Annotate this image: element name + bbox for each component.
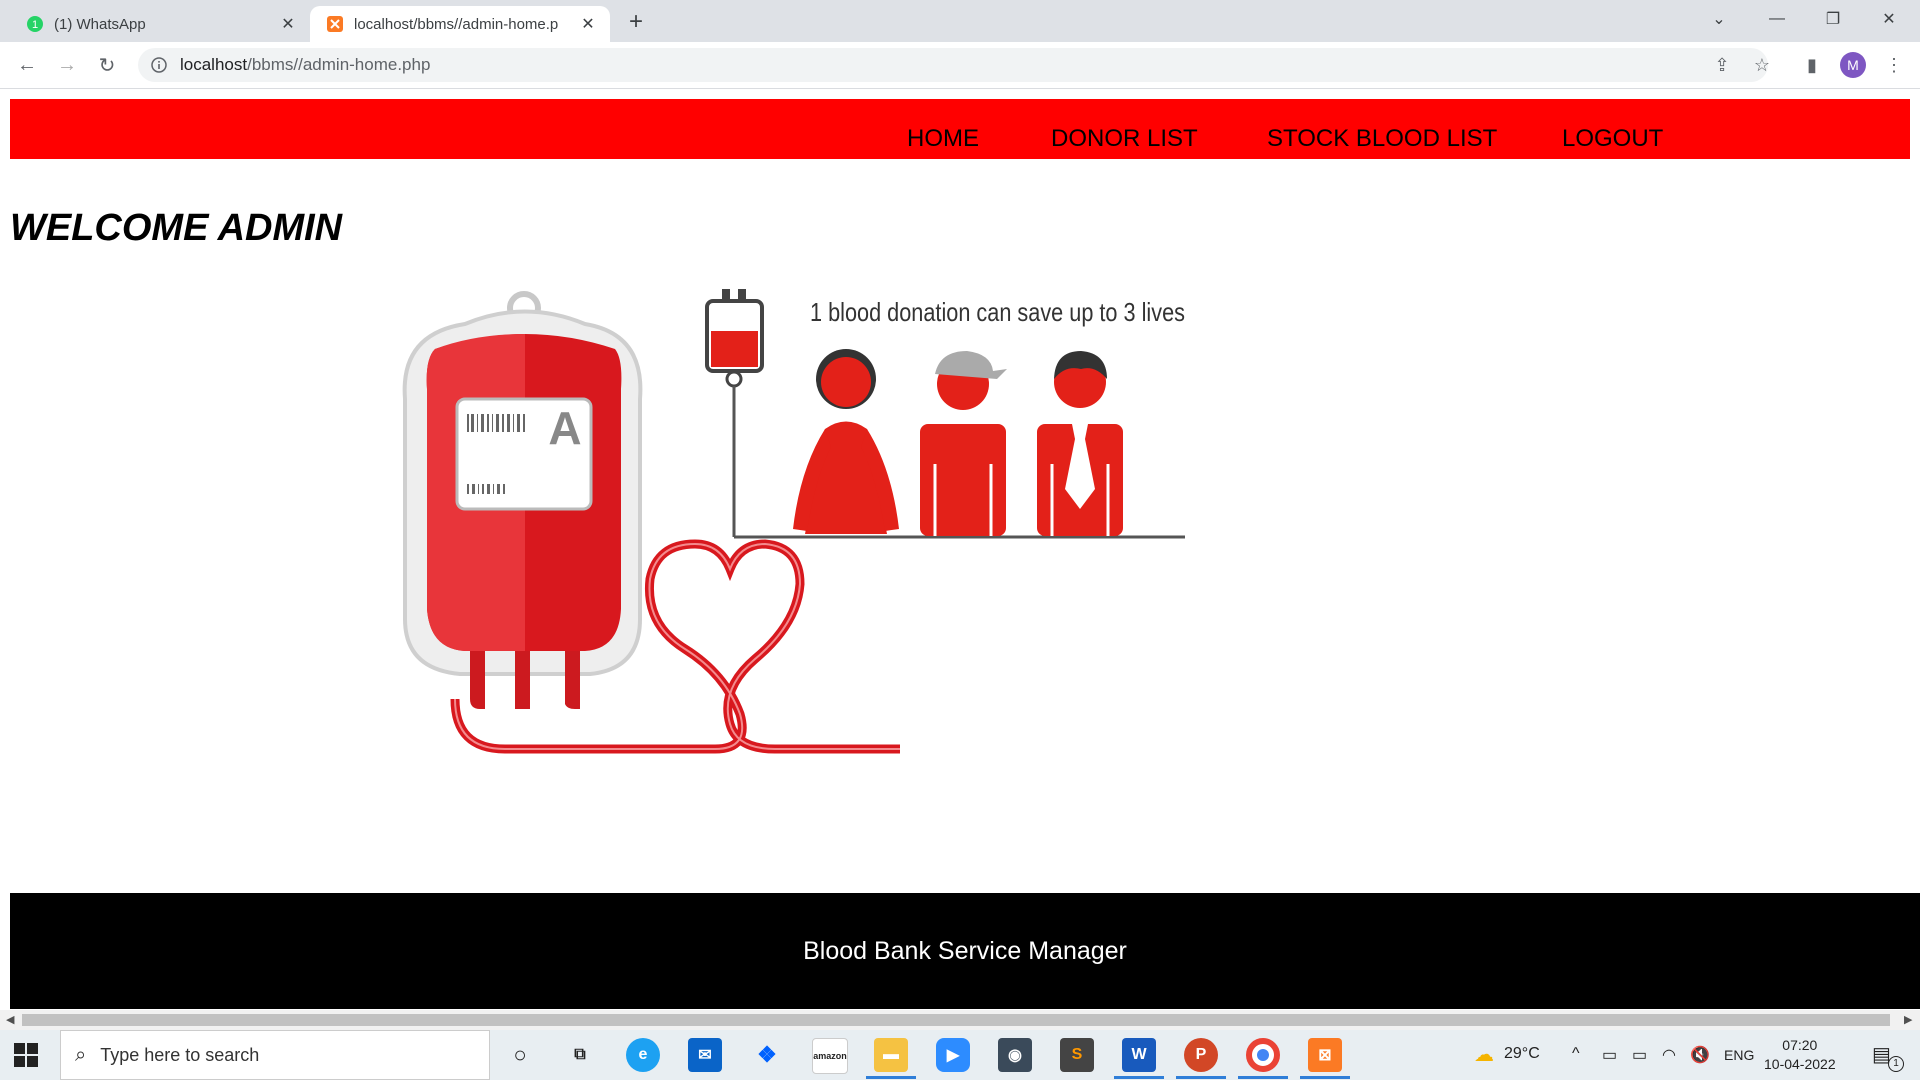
nav-home-link[interactable]: HOME <box>907 125 979 153</box>
tab-admin-home[interactable]: localhost/bbms//admin-home.p ✕ <box>310 6 610 42</box>
bookmark-star-icon[interactable]: ☆ <box>1748 51 1776 79</box>
mail-icon[interactable]: ✉ <box>688 1038 722 1072</box>
powerpoint-icon[interactable]: P <box>1184 1038 1218 1072</box>
address-bar[interactable]: localhost/bbms//admin-home.php <box>138 48 1768 82</box>
running-indicator <box>1176 1076 1226 1079</box>
running-indicator <box>1114 1076 1164 1079</box>
minimize-icon[interactable]: — <box>1750 0 1804 38</box>
amazon-icon[interactable]: amazon <box>812 1038 848 1074</box>
edge-icon[interactable]: e <box>626 1038 660 1072</box>
word-icon[interactable]: W <box>1122 1038 1156 1072</box>
close-tab-icon[interactable]: ✕ <box>276 12 300 36</box>
search-placeholder: Type here to search <box>100 1044 260 1065</box>
footer-text: Blood Bank Service Manager <box>803 936 1127 965</box>
scroll-right-icon[interactable]: ▶ <box>1904 1013 1912 1026</box>
clock-date: 10-04-2022 <box>1764 1056 1836 1072</box>
tab-title: localhost/bbms//admin-home.p <box>354 15 559 33</box>
forward-icon[interactable]: → <box>52 50 82 80</box>
language-indicator[interactable]: ENG <box>1724 1047 1754 1063</box>
chevron-up-icon[interactable]: ^ <box>1572 1045 1580 1063</box>
wifi-icon[interactable]: ◠ <box>1662 1045 1676 1065</box>
profile-avatar[interactable]: M <box>1840 52 1866 78</box>
site-info-icon[interactable] <box>150 56 168 74</box>
xampp-taskbar-icon[interactable]: ⊠ <box>1308 1038 1342 1072</box>
file-explorer-icon[interactable]: ▬ <box>874 1038 908 1072</box>
weather-temp[interactable]: 29°C <box>1504 1045 1540 1063</box>
top-navbar: HOME DONOR LIST STOCK BLOOD LIST LOGOUT <box>10 99 1910 159</box>
iv-bag-icon <box>705 289 764 537</box>
url-path: /bbms//admin-home.php <box>247 55 431 74</box>
blood-donation-illustration: A 1 blood donation can save up to 3 live… <box>402 289 1185 754</box>
blood-bag-icon: A <box>402 291 643 709</box>
battery-icon[interactable]: ▭ <box>1632 1045 1647 1065</box>
nav-logout-link[interactable]: LOGOUT <box>1562 125 1663 153</box>
task-view-icon[interactable]: ⧉ <box>563 1038 597 1072</box>
side-panel-icon[interactable]: ▮ <box>1798 51 1826 79</box>
person-man-tie-icon <box>1037 351 1123 536</box>
clock-time: 07:20 <box>1782 1037 1818 1053</box>
tab-search-icon[interactable]: ⌄ <box>1692 0 1746 38</box>
person-man-cap-icon <box>920 351 1007 536</box>
clock[interactable]: 07:20 10-04-2022 <box>1764 1036 1836 1074</box>
horizontal-scrollbar[interactable]: ◀ ▶ <box>0 1010 1920 1030</box>
browser-toolbar: ← → ↻ localhost/bbms//admin-home.php ⇪ ☆… <box>0 42 1920 89</box>
close-window-icon[interactable]: ✕ <box>1862 0 1916 38</box>
xampp-icon <box>327 16 343 32</box>
cortana-icon[interactable]: ○ <box>503 1038 537 1072</box>
hero-caption: 1 blood donation can save up to 3 lives <box>810 297 1185 327</box>
tab-whatsapp[interactable]: 1 (1) WhatsApp ✕ <box>10 6 310 42</box>
zoom-icon[interactable]: ▶ <box>936 1038 970 1072</box>
chrome-icon[interactable] <box>1246 1038 1280 1072</box>
nav-stock-blood-list-link[interactable]: STOCK BLOOD LIST <box>1267 125 1497 153</box>
page-footer: Blood Bank Service Manager <box>10 893 1920 1009</box>
reload-icon[interactable]: ↻ <box>92 50 122 80</box>
blood-type-label: A <box>548 402 581 454</box>
nav-donor-list-link[interactable]: DONOR LIST <box>1051 125 1198 153</box>
url-host: localhost <box>180 55 248 74</box>
weather-icon[interactable]: ☁ <box>1474 1042 1494 1067</box>
url-text: localhost/bbms//admin-home.php <box>180 55 430 75</box>
meet-now-icon[interactable]: ▭ <box>1602 1045 1617 1065</box>
scrollbar-thumb[interactable] <box>22 1014 1890 1026</box>
person-woman-icon <box>793 349 899 534</box>
camera-icon[interactable]: ◉ <box>998 1038 1032 1072</box>
tab-title: (1) WhatsApp <box>54 15 146 33</box>
whatsapp-icon: 1 <box>27 16 43 32</box>
menu-kebab-icon[interactable]: ⋮ <box>1880 51 1908 79</box>
welcome-heading: WELCOME ADMIN <box>10 207 343 249</box>
running-indicator <box>866 1076 916 1079</box>
search-icon: ⌕ <box>75 1043 87 1066</box>
windows-start-icon[interactable] <box>14 1043 38 1067</box>
new-tab-button[interactable]: + <box>622 8 650 36</box>
svg-text:1: 1 <box>32 19 38 31</box>
sublime-icon[interactable]: S <box>1060 1038 1094 1072</box>
restore-icon[interactable]: ❐ <box>1806 0 1860 38</box>
browser-tab-bar: 1 (1) WhatsApp ✕ localhost/bbms//admin-h… <box>0 0 1920 42</box>
close-tab-icon[interactable]: ✕ <box>576 12 600 36</box>
notification-count-badge: 1 <box>1888 1056 1904 1072</box>
running-indicator <box>1238 1076 1288 1079</box>
scroll-left-icon[interactable]: ◀ <box>6 1013 14 1026</box>
dropbox-icon[interactable]: ❖ <box>750 1038 784 1072</box>
share-icon[interactable]: ⇪ <box>1708 51 1736 79</box>
back-icon[interactable]: ← <box>12 50 42 80</box>
windows-taskbar: ⌕ Type here to search ○ ⧉ e ✉ ❖ amazon ▬… <box>0 1030 1920 1080</box>
taskbar-search-box[interactable]: ⌕ Type here to search <box>60 1030 490 1080</box>
volume-muted-icon[interactable]: 🔇 <box>1690 1045 1710 1065</box>
running-indicator <box>1300 1076 1350 1079</box>
page-content: HOME DONOR LIST STOCK BLOOD LIST LOGOUT … <box>0 89 1920 1009</box>
